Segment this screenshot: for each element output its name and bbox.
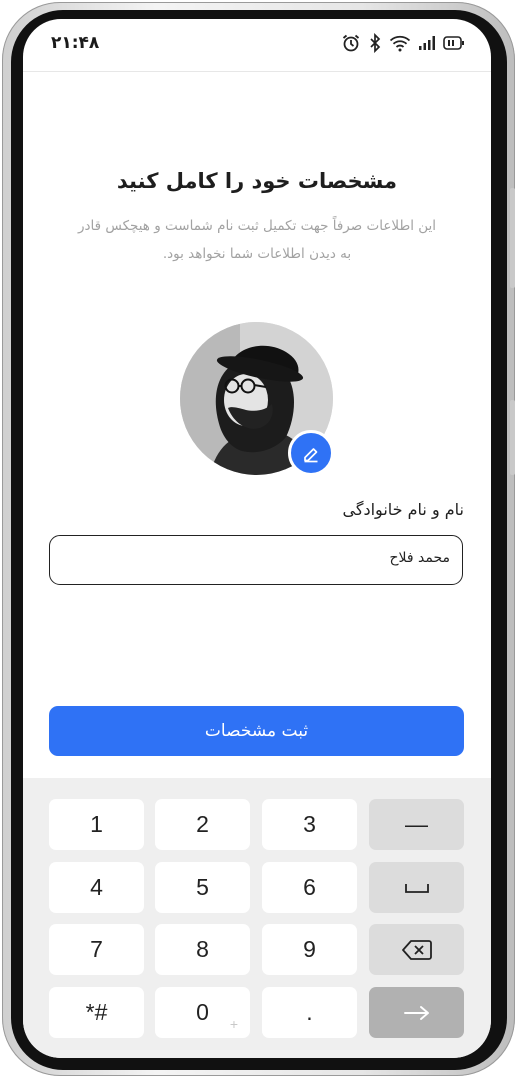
edit-icon [304, 448, 318, 463]
key-6[interactable]: 6 [262, 862, 357, 913]
space-icon [404, 883, 429, 893]
key-0-plus-hint: + [229, 1016, 238, 1032]
page-subtitle: این اطلاعات صرفاً جهت تکمیل ثبت نام شماس… [53, 212, 461, 268]
key-5[interactable]: 5 [155, 862, 250, 913]
key-1[interactable]: 1 [49, 799, 144, 850]
key-9[interactable]: 9 [262, 924, 357, 975]
numeric-keyboard: 1 2 3 — 4 5 6 7 8 9 *# 0 + . [23, 778, 491, 1058]
edit-avatar-button[interactable] [288, 430, 334, 476]
key-0-label: 0 [196, 999, 209, 1025]
subtitle-line: این اطلاعات صرفاً جهت تکمیل ثبت نام شماس… [77, 218, 437, 234]
page-title: مشخصات خود را کامل کنید [116, 169, 398, 193]
name-field[interactable]: محمد فلاح [49, 535, 463, 585]
status-icons [341, 33, 465, 53]
key-2[interactable]: 2 [155, 799, 250, 850]
name-label: نام و نام خانوادگی [342, 500, 464, 519]
key-symbols[interactable]: *# [49, 987, 144, 1038]
key-space[interactable] [369, 862, 464, 913]
alarm-icon [342, 34, 360, 52]
side-button [510, 400, 515, 475]
side-button [510, 188, 515, 288]
backspace-icon [401, 939, 432, 960]
battery-icon [443, 36, 464, 50]
key-dash[interactable]: — [369, 799, 464, 850]
key-8[interactable]: 8 [155, 924, 250, 975]
key-4[interactable]: 4 [49, 862, 144, 913]
key-backspace[interactable] [369, 924, 464, 975]
submit-button[interactable]: ثبت مشخصات [49, 706, 464, 756]
status-time: ۲۱:۴۸ [51, 33, 100, 53]
status-bar: ۲۱:۴۸ [23, 19, 491, 72]
screen: ۲۱:۴۸ مشخصات خود را کامل کنید این اطلاعا… [23, 19, 491, 1058]
key-enter[interactable] [369, 987, 464, 1038]
key-dot[interactable]: . [262, 987, 357, 1038]
key-3[interactable]: 3 [262, 799, 357, 850]
bluetooth-icon [370, 33, 381, 53]
subtitle-line: به دیدن اطلاعات شما نخواهد بود. [162, 246, 352, 262]
wifi-icon [389, 35, 411, 52]
key-7[interactable]: 7 [49, 924, 144, 975]
key-0[interactable]: 0 + [155, 987, 250, 1038]
arrow-right-icon [403, 1005, 429, 1020]
signal-icon [419, 36, 435, 50]
name-field-value: محمد فلاح [389, 550, 450, 566]
